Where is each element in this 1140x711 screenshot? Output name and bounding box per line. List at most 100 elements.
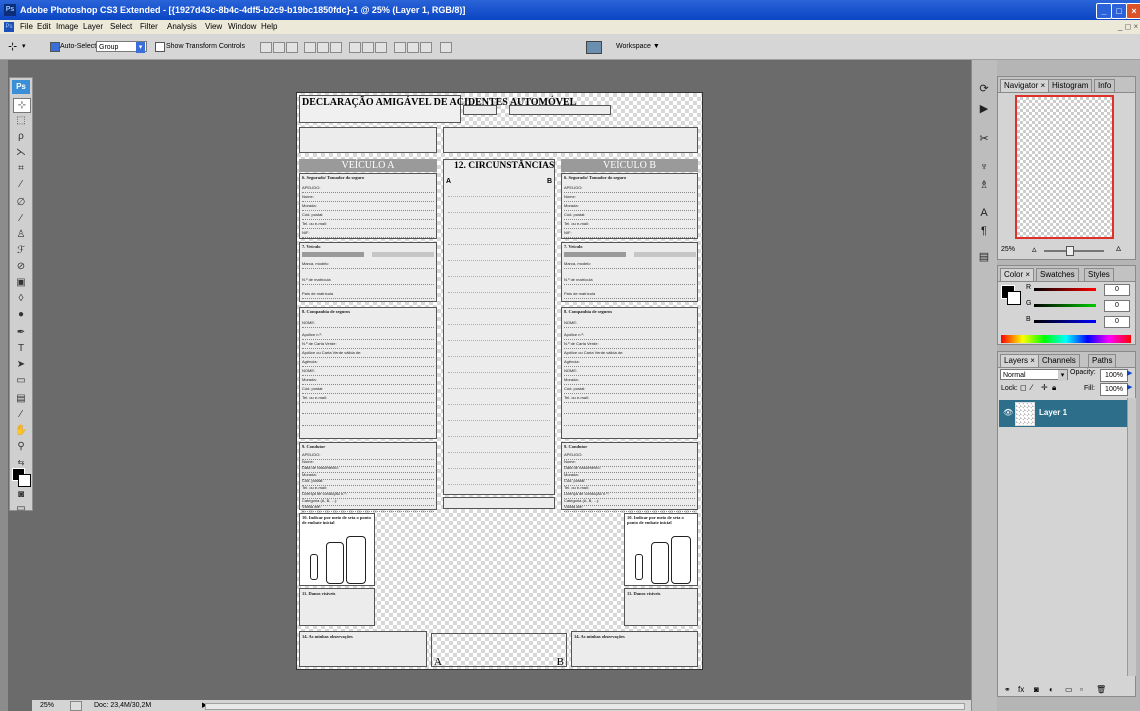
tool-preset-arrow-icon[interactable]: ▾ [22,42,26,50]
clone-stamp-tool-icon[interactable]: ♙ [13,228,29,241]
tab-histogram[interactable]: Histogram [1048,79,1093,92]
horizontal-scrollbar[interactable] [205,703,965,710]
channel-g-value[interactable]: 0 [1104,300,1130,312]
bridge-icon[interactable] [586,41,602,54]
shape-tool-icon[interactable]: ▭ [13,374,29,387]
eraser-tool-icon[interactable]: ⊘ [13,260,29,273]
clone-source-icon[interactable]: ♗ [977,178,991,192]
notes-tool-icon[interactable]: ▤ [13,392,29,405]
color-bg-swatch[interactable] [1007,291,1021,305]
tab-paths[interactable]: Paths [1088,354,1117,367]
history-brush-tool-icon[interactable]: ℱ [13,244,29,257]
layer-row-layer-1[interactable]: 👁︎ Layer 1 [999,400,1127,427]
character-panel-icon[interactable]: A [977,206,991,220]
background-color-swatch[interactable] [18,474,31,487]
move-tool-icon[interactable]: ⊹ [8,40,17,53]
tool-presets-icon[interactable]: ✂ [977,132,991,146]
fill-arrow-icon[interactable]: ▶ [1127,383,1132,391]
brushes-panel-icon[interactable]: ♆ [977,160,991,174]
new-layer-icon[interactable]: ▫ [1080,685,1083,694]
menu-filter[interactable]: Filter [140,20,158,34]
history-panel-icon[interactable]: ⟳ [977,82,991,96]
opacity-value[interactable]: 100% [1100,369,1128,382]
paragraph-panel-icon[interactable]: ¶ [977,224,991,238]
align-right-icon[interactable] [330,42,342,53]
menu-select[interactable]: Select [110,20,132,34]
navigator-zoom-value[interactable]: 25% [1001,246,1015,253]
tab-swatches[interactable]: Swatches [1036,268,1079,281]
delete-layer-icon[interactable]: 🗑︎ [1096,685,1106,694]
layer-style-icon[interactable]: fx [1018,685,1024,694]
align-bottom-icon[interactable] [286,42,298,53]
menu-analysis[interactable]: Analysis [167,20,197,34]
doc-window-controls[interactable]: _ ◻ × [1118,20,1138,34]
channel-b-slider[interactable] [1034,320,1096,323]
lasso-tool-icon[interactable]: ρ [13,130,29,143]
channel-r-value[interactable]: 0 [1104,284,1130,296]
menu-file[interactable]: File [20,20,33,34]
eyedropper-tool-icon[interactable]: ⁄ [13,178,29,191]
menu-help[interactable]: Help [261,20,277,34]
document-canvas[interactable]: DECLARAÇÃO AMIGÁVEL DE ACIDENTES AUTOMÓV… [296,92,703,670]
lock-all-icon[interactable]: 🔒︎ [1052,383,1056,393]
healing-brush-tool-icon[interactable]: ∅ [13,196,29,209]
channel-b-value[interactable]: 0 [1104,316,1130,328]
gradient-tool-icon[interactable]: ▣ [13,276,29,289]
brush-tool-icon[interactable]: ∕ [13,212,29,225]
zoom-tool-icon[interactable]: ⚲ [13,440,29,453]
marquee-tool-icon[interactable]: ⬚ [13,114,29,127]
lock-image-icon[interactable]: ∕ [1031,383,1032,392]
auto-align-icon[interactable] [440,42,452,53]
tab-info[interactable]: Info [1094,79,1116,92]
layers-scrollbar[interactable] [1127,398,1136,676]
actions-panel-icon[interactable]: ▶ [977,102,991,116]
screen-mode-icon[interactable]: ▭ [13,502,29,515]
menu-layer[interactable]: Layer [83,20,103,34]
lock-transparent-icon[interactable]: ◻ [1020,383,1027,392]
new-group-icon[interactable]: ▭ [1065,685,1073,694]
zoom-out-icon[interactable]: ▵ [1032,244,1037,255]
auto-select-checkbox[interactable] [50,42,60,52]
align-left-icon[interactable] [304,42,316,53]
pen-tool-icon[interactable]: ✒ [13,326,29,339]
align-top-icon[interactable] [260,42,272,53]
layer-comps-icon[interactable]: ▤ [977,250,991,264]
auto-select-dropdown[interactable]: Group ▾ [96,41,147,53]
hand-tool-icon[interactable]: ✋ [13,424,29,437]
menu-image[interactable]: Image [56,20,78,34]
align-vcenter-icon[interactable] [273,42,285,53]
distribute-vcenter-icon[interactable] [362,42,374,53]
adjustment-layer-icon[interactable]: ◐ [1049,685,1054,694]
channel-r-slider[interactable] [1034,288,1096,291]
tab-channels[interactable]: Channels [1038,354,1080,367]
layer-name[interactable]: Layer 1 [1039,408,1067,417]
navigator-preview[interactable] [1015,95,1114,239]
blur-tool-icon[interactable]: ◊ [13,292,29,305]
align-hcenter-icon[interactable] [317,42,329,53]
status-zoom[interactable]: 25% [40,700,54,711]
distribute-bottom-icon[interactable] [375,42,387,53]
menu-edit[interactable]: Edit [37,20,51,34]
menu-window[interactable]: Window [228,20,256,34]
maximize-icon[interactable]: □ [1111,3,1127,19]
zoom-slider[interactable] [1044,250,1104,252]
status-info-icon[interactable] [70,701,82,711]
minimize-icon[interactable]: _ [1096,3,1112,19]
distribute-left-icon[interactable] [394,42,406,53]
tab-navigator[interactable]: Navigator × [1000,79,1050,92]
opacity-arrow-icon[interactable]: ▶ [1127,369,1132,377]
type-tool-icon[interactable]: T [13,342,29,355]
zoom-slider-thumb[interactable] [1066,246,1074,256]
show-transform-checkbox[interactable] [155,42,165,52]
blend-mode-dropdown[interactable]: Normal ▾ [1000,369,1068,381]
tab-layers[interactable]: Layers × [1000,354,1039,367]
layer-visibility-eye-icon[interactable]: 👁︎ [1003,408,1013,417]
color-spectrum-bar[interactable] [1001,335,1131,343]
magic-wand-tool-icon[interactable]: ⋋ [13,146,29,159]
crop-tool-icon[interactable]: ⌗ [13,162,29,175]
dodge-tool-icon[interactable]: ● [13,308,29,321]
workspace-button[interactable]: Workspace ▼ [616,34,660,59]
zoom-in-icon[interactable]: ▵ [1116,243,1121,254]
path-selection-tool-icon[interactable]: ➤ [13,358,29,371]
tab-color[interactable]: Color × [1000,268,1035,281]
